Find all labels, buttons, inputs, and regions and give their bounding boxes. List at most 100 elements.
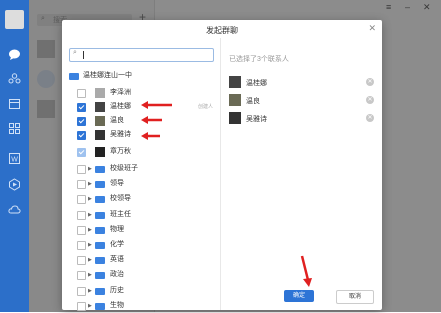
expand-icon[interactable]: ▶ (88, 223, 92, 237)
remove-icon[interactable]: ✕ (366, 78, 374, 86)
checkbox[interactable] (77, 180, 86, 190)
selected-item: 温良 ✕ (229, 94, 374, 108)
confirm-button[interactable]: 确定 (284, 290, 314, 302)
department-name: 历史 (110, 286, 124, 294)
apps-icon[interactable] (8, 122, 21, 135)
create-group-dialog: 发起群聊 ✕ ⌕ 温桂娜连山一中 李泽洲 温桂娜 创建人 温良 吴雅诗 章万秋 … (62, 20, 382, 313)
word-icon[interactable]: W (8, 152, 21, 165)
contact-name: 温桂娜 (110, 103, 131, 110)
selected-name: 温良 (246, 98, 260, 105)
checkbox[interactable] (77, 301, 86, 311)
contacts-icon[interactable] (8, 72, 21, 85)
department-row[interactable]: ▶ 领导 (62, 177, 220, 191)
checkbox[interactable] (77, 271, 86, 281)
department-name: 校级班子 (110, 165, 138, 172)
checkbox[interactable] (77, 256, 86, 266)
org-root[interactable]: 温桂娜连山一中 (62, 69, 220, 83)
avatar (95, 102, 105, 112)
avatar (95, 147, 105, 157)
close-icon[interactable]: ✕ (368, 23, 376, 34)
department-name: 化学 (110, 241, 124, 248)
contact-name: 吴雅诗 (110, 131, 131, 138)
checkbox[interactable] (77, 103, 86, 112)
department-row[interactable]: ▶ 政治 (62, 268, 220, 282)
department-name: 班主任 (110, 210, 131, 218)
folder-icon (95, 242, 105, 249)
expand-icon[interactable]: ▶ (88, 162, 92, 176)
calendar-icon[interactable] (8, 97, 21, 110)
contact-name: 章万秋 (110, 148, 131, 155)
checkbox[interactable] (77, 195, 86, 205)
play-icon[interactable] (8, 178, 21, 191)
contact-picker: ⌕ 温桂娜连山一中 李泽洲 温桂娜 创建人 温良 吴雅诗 章万秋 ▶ 校级班子 … (62, 38, 221, 313)
avatar (95, 130, 105, 140)
expand-icon[interactable]: ▶ (88, 238, 92, 252)
department-row[interactable]: ▶ 生物 (62, 299, 220, 313)
search-icon: ⌕ (73, 49, 77, 56)
dialog-title: 发起群聊 (206, 26, 238, 35)
expand-icon[interactable]: ▶ (88, 284, 92, 298)
expand-icon[interactable]: ▶ (88, 299, 92, 313)
department-name: 生物 (110, 301, 124, 309)
department-row[interactable]: ▶ 班主任 (62, 208, 220, 222)
selected-item: 温桂娜 ✕ (229, 76, 374, 90)
creator-tag: 创建人 (198, 104, 214, 110)
expand-icon[interactable]: ▶ (88, 208, 92, 222)
remove-icon[interactable]: ✕ (366, 96, 374, 104)
expand-icon[interactable]: ▶ (88, 192, 92, 206)
checkbox (77, 148, 86, 157)
avatar (229, 94, 241, 106)
annotation-arrow (300, 255, 312, 287)
checkbox[interactable] (77, 225, 86, 235)
folder-icon (95, 196, 105, 204)
avatar (95, 116, 105, 126)
folder-icon (95, 272, 105, 280)
department-row[interactable]: ▶ 校领导 (62, 192, 220, 206)
org-name: 温桂娜连山一中 (83, 72, 132, 79)
folder-icon (95, 302, 105, 310)
department-row[interactable]: ▶ 历史 (62, 284, 220, 298)
checkbox[interactable] (77, 131, 86, 140)
app-sidebar: W (0, 0, 29, 312)
selected-item: 吴雅诗 ✕ (229, 112, 374, 126)
remove-icon[interactable]: ✕ (366, 114, 374, 122)
folder-icon (95, 166, 105, 173)
user-avatar[interactable] (5, 10, 24, 29)
expand-icon[interactable]: ▶ (88, 253, 92, 267)
checkbox[interactable] (77, 117, 86, 126)
contact-name: 温良 (110, 117, 124, 124)
folder-icon (95, 287, 105, 295)
checkbox[interactable] (77, 286, 86, 296)
folder-icon (95, 211, 105, 219)
selected-name: 吴雅诗 (246, 116, 267, 123)
avatar (229, 112, 241, 124)
department-name: 政治 (110, 271, 124, 279)
checkbox[interactable] (77, 89, 86, 98)
expand-icon[interactable]: ▶ (88, 268, 92, 282)
avatar (229, 76, 241, 88)
expand-icon[interactable]: ▶ (88, 177, 92, 191)
contact-row[interactable]: 章万秋 (62, 145, 220, 159)
folder-icon (95, 181, 105, 189)
cancel-button[interactable]: 取消 (336, 290, 374, 304)
search-input[interactable]: ⌕ (69, 48, 214, 62)
checkbox[interactable] (77, 241, 86, 250)
department-row[interactable]: ▶ 化学 (62, 238, 220, 252)
svg-text:W: W (11, 157, 18, 164)
checkbox[interactable] (77, 210, 86, 220)
selected-count: 已选择了3个联系人 (229, 56, 289, 63)
checkbox[interactable] (77, 165, 86, 174)
annotation-arrows (141, 101, 172, 140)
cloud-icon[interactable] (8, 203, 21, 216)
department-row[interactable]: ▶ 物理 (62, 223, 220, 237)
chat-icon[interactable] (8, 48, 21, 61)
avatar (95, 88, 105, 98)
selected-name: 温桂娜 (246, 80, 267, 87)
department-row[interactable]: ▶ 英语 (62, 253, 220, 267)
text-cursor (83, 51, 84, 59)
folder-icon (69, 73, 79, 80)
department-name: 英语 (110, 256, 124, 264)
department-row[interactable]: ▶ 校级班子 (62, 162, 220, 176)
folder-icon (95, 257, 105, 265)
department-name: 物理 (110, 225, 124, 233)
